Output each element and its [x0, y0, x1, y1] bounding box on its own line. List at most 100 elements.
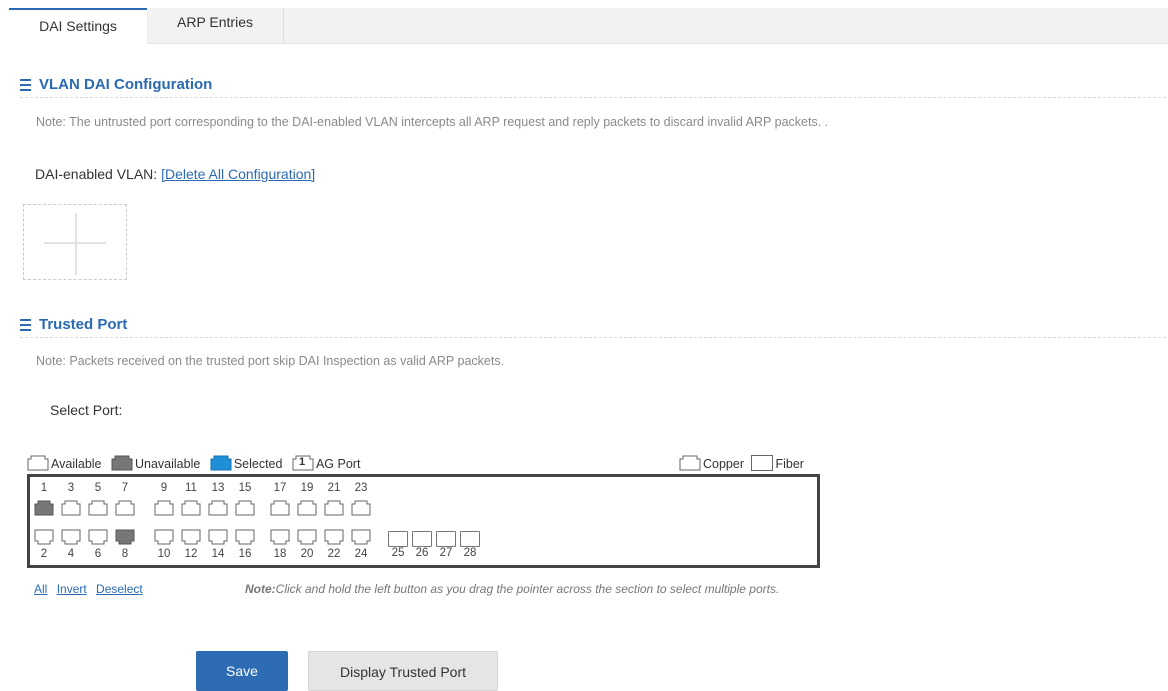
port-26[interactable]	[412, 531, 432, 547]
port-number-label: 24	[354, 548, 368, 560]
port-11[interactable]	[181, 499, 201, 516]
copper-port-icon	[679, 455, 701, 474]
selected-port-icon	[210, 455, 232, 474]
ag-number: 1	[298, 456, 306, 468]
port-15[interactable]	[235, 499, 255, 516]
port-number-label: 11	[185, 482, 197, 494]
port-number-label: 28	[463, 547, 477, 559]
display-trusted-port-button[interactable]: Display Trusted Port	[308, 651, 498, 691]
port-number-label: 15	[238, 482, 252, 494]
port-22[interactable]	[324, 529, 344, 546]
unavailable-port-icon	[111, 455, 133, 474]
delete-all-config-link[interactable]: [Delete All Configuration]	[161, 166, 315, 182]
tab-dai-settings[interactable]: DAI Settings	[9, 8, 147, 45]
port-number-label: 25	[391, 547, 405, 559]
port-19[interactable]	[297, 499, 317, 516]
select-all-link[interactable]: All	[34, 582, 47, 596]
port-28[interactable]	[460, 531, 480, 547]
port-number-label: 2	[40, 548, 48, 560]
port-number-label: 3	[67, 482, 75, 494]
port-number-label: 19	[300, 482, 314, 494]
tab-arp-entries[interactable]: ARP Entries	[147, 8, 284, 44]
port-number-label: 20	[300, 548, 314, 560]
port-21[interactable]	[324, 499, 344, 516]
legend-available: Available	[51, 456, 102, 471]
port-number-label: 7	[121, 482, 129, 494]
port-number-label: 21	[327, 482, 341, 494]
add-vlan-button[interactable]	[23, 204, 127, 280]
port-8[interactable]	[115, 529, 135, 546]
port-panel[interactable]: 1 3 5 7 9 11 13 15 17 19 21 23 2 4 6 8 10 12 14 16 18 20 22 24 2…	[27, 474, 820, 568]
dai-vlan-row: DAI-enabled VLAN: [Delete All Configurat…	[35, 166, 315, 182]
drag-note-text: Click and hold the left button as you dr…	[275, 582, 780, 596]
dai-vlan-label: DAI-enabled VLAN:	[35, 166, 158, 182]
port-7[interactable]	[115, 499, 135, 516]
invert-selection-link[interactable]: Invert	[57, 582, 87, 596]
port-number-label: 18	[273, 548, 287, 560]
port-12[interactable]	[181, 529, 201, 546]
port-24[interactable]	[351, 529, 371, 546]
port-number-label: 27	[439, 547, 453, 559]
port-number-label: 12	[184, 548, 198, 560]
port-3[interactable]	[61, 499, 81, 516]
port-17[interactable]	[270, 499, 290, 516]
port-number-label: 17	[273, 482, 287, 494]
port-13[interactable]	[208, 499, 228, 516]
save-button[interactable]: Save	[196, 651, 288, 691]
fiber-port-icon	[751, 455, 774, 474]
ag-port-icon: 1	[292, 455, 314, 474]
port-number-label: 22	[327, 548, 341, 560]
section-title: VLAN DAI Configuration	[39, 76, 213, 93]
port-number-label: 10	[157, 548, 171, 560]
legend-copper: Copper	[703, 456, 744, 471]
port-number-label: 4	[67, 548, 75, 560]
plus-icon-vertical	[75, 213, 77, 275]
port-18[interactable]	[270, 529, 290, 546]
tab-label: DAI Settings	[39, 18, 117, 34]
port-20[interactable]	[297, 529, 317, 546]
port-number-label: 9	[160, 482, 168, 494]
port-9[interactable]	[154, 499, 174, 516]
port-5[interactable]	[88, 499, 108, 516]
available-port-icon	[27, 455, 49, 474]
port-4[interactable]	[61, 529, 81, 546]
legend-unavailable: Unavailable	[135, 456, 201, 471]
port-16[interactable]	[235, 529, 255, 546]
section-title: Trusted Port	[39, 316, 128, 333]
port-number-label: 8	[121, 548, 129, 560]
menu-lines-icon	[20, 79, 31, 91]
media-legend: Copper Fiber	[679, 455, 804, 471]
port-number-label: 26	[415, 547, 429, 559]
vlan-dai-section-header: VLAN DAI Configuration	[20, 76, 1166, 98]
drag-note-prefix: Note:	[245, 582, 276, 596]
port-14[interactable]	[208, 529, 228, 546]
trusted-port-section-header: Trusted Port	[20, 316, 1166, 338]
drag-select-note: Note:Click and hold the left button as y…	[245, 582, 779, 596]
legend-selected: Selected	[233, 456, 283, 471]
selection-links: All Invert Deselect	[34, 582, 149, 596]
port-number-label: 23	[354, 482, 368, 494]
port-legend: Available Unavailable Selected 1 AG Port	[27, 455, 360, 471]
port-number-label: 16	[238, 548, 252, 560]
vlan-dai-note: Note: The untrusted port corresponding t…	[36, 115, 829, 129]
legend-ag-port: AG Port	[315, 456, 361, 471]
port-6[interactable]	[88, 529, 108, 546]
port-number-label: 1	[40, 482, 48, 494]
port-number-label: 13	[211, 482, 225, 494]
port-25[interactable]	[388, 531, 408, 547]
trusted-port-note: Note: Packets received on the trusted po…	[36, 354, 505, 368]
port-number-label: 6	[94, 548, 102, 560]
tab-label: ARP Entries	[177, 14, 253, 30]
port-2[interactable]	[34, 529, 54, 546]
port-23[interactable]	[351, 499, 371, 516]
port-27[interactable]	[436, 531, 456, 547]
port-1[interactable]	[34, 499, 54, 516]
port-10[interactable]	[154, 529, 174, 546]
port-number-label: 14	[211, 548, 225, 560]
deselect-link[interactable]: Deselect	[96, 582, 143, 596]
menu-lines-icon	[20, 319, 31, 331]
select-port-label: Select Port:	[50, 402, 123, 418]
legend-fiber: Fiber	[775, 456, 804, 471]
tab-bar: DAI Settings ARP Entries	[9, 8, 1168, 45]
port-number-label: 5	[94, 482, 102, 494]
